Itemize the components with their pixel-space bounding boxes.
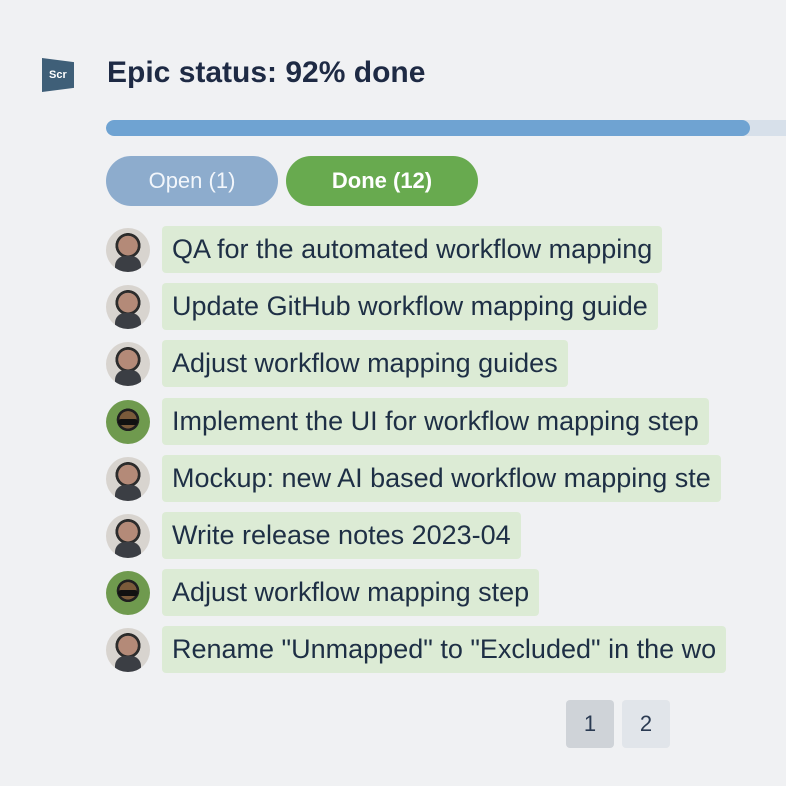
task-link[interactable]: QA for the automated workflow mapping (162, 226, 663, 273)
list-item: Implement the UI for workflow mapping st… (106, 397, 786, 455)
task-link[interactable]: Adjust workflow mapping step (162, 569, 540, 617)
person-avatar-icon (106, 399, 150, 444)
app-logo-text: Scr (49, 69, 67, 81)
task-link[interactable]: Rename "Unmapped" to "Excluded" in the w… (162, 626, 727, 674)
filter-done-button[interactable]: Done (12) (286, 156, 478, 206)
task-list: QA for the automated workflow mapping Up… (106, 226, 786, 684)
page-1-button[interactable]: 1 (566, 700, 614, 748)
page-2-button[interactable]: 2 (622, 700, 670, 748)
list-item: Adjust workflow mapping guides (106, 340, 786, 397)
task-link[interactable]: Adjust workflow mapping guides (162, 340, 568, 388)
person-avatar-icon (106, 513, 150, 558)
person-avatar-icon (106, 456, 150, 501)
list-item: Update GitHub workflow mapping guide (106, 283, 786, 340)
list-item: Mockup: new AI based workflow mapping st… (106, 454, 786, 512)
app-logo: Scr (42, 58, 74, 92)
pagination: 1 2 (566, 700, 670, 748)
list-item: Write release notes 2023-04 (106, 511, 786, 569)
person-avatar-icon (106, 342, 150, 387)
task-link[interactable]: Update GitHub workflow mapping guide (162, 283, 658, 331)
task-link[interactable]: Implement the UI for workflow mapping st… (162, 397, 709, 445)
person-avatar-icon (106, 571, 150, 616)
list-item: QA for the automated workflow mapping (106, 226, 786, 283)
list-item: Rename "Unmapped" to "Excluded" in the w… (106, 626, 786, 683)
list-item: Adjust workflow mapping step (106, 569, 786, 626)
person-avatar-icon (106, 285, 150, 330)
task-link[interactable]: Write release notes 2023-04 (162, 511, 521, 559)
person-avatar-icon (106, 628, 150, 673)
person-avatar-icon (106, 228, 150, 272)
progress-bar (106, 120, 786, 136)
filter-open-button[interactable]: Open (1) (106, 156, 278, 206)
page-title: Epic status: 92% done (107, 56, 426, 89)
task-link[interactable]: Mockup: new AI based workflow mapping st… (162, 454, 721, 502)
progress-fill (106, 120, 750, 136)
